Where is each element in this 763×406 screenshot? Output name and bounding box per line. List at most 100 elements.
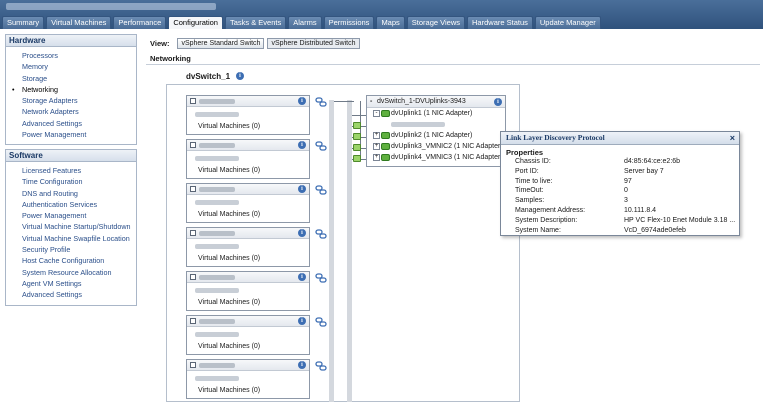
collapse-box-icon[interactable] xyxy=(190,98,196,104)
close-icon[interactable]: × xyxy=(730,132,735,144)
software-panel-title: Software xyxy=(6,150,136,162)
link-chain-icon[interactable] xyxy=(315,361,327,371)
sidebar-item-host-cache[interactable]: Host Cache Configuration xyxy=(6,255,136,266)
collapse-box-icon[interactable] xyxy=(190,274,196,280)
port-group[interactable]: i Virtual Machines (0) xyxy=(186,139,310,179)
tab-update-manager[interactable]: Update Manager xyxy=(534,16,601,29)
sidebar-item-power-management[interactable]: Power Management xyxy=(6,129,136,140)
uplink-item[interactable]: + dvUplink2 (1 NIC Adapter) xyxy=(367,130,505,141)
info-icon[interactable]: i xyxy=(298,317,306,325)
connector-line xyxy=(352,115,366,116)
sidebar-item-system-resource[interactable]: System Resource Allocation xyxy=(6,267,136,278)
tab-maps[interactable]: Maps xyxy=(376,16,405,29)
link-chain-icon[interactable] xyxy=(315,141,327,151)
sidebar-item-security-profile[interactable]: Security Profile xyxy=(6,244,136,255)
info-icon[interactable]: i xyxy=(298,97,306,105)
sidebar-item-memory[interactable]: Memory xyxy=(6,61,136,72)
info-icon[interactable]: i xyxy=(298,185,306,193)
uplink-item[interactable]: + dvUplink3_VMNIC2 (1 NIC Adapter) xyxy=(367,141,505,152)
property-row: Chassis ID: d4:85:64:ce:e2:6b xyxy=(501,157,739,167)
port-group[interactable]: i Virtual Machines (0) xyxy=(186,227,310,267)
expand-icon[interactable]: + xyxy=(373,132,380,139)
uplink-subitem xyxy=(367,119,505,130)
uplink-item[interactable]: + dvUplink4_VMNIC3 (1 NIC Adapter) xyxy=(367,152,505,163)
info-icon[interactable]: i xyxy=(298,229,306,237)
property-key: TimeOut: xyxy=(515,187,544,195)
sidebar-item-advanced-settings[interactable]: Advanced Settings xyxy=(6,118,136,129)
tab-storage-views[interactable]: Storage Views xyxy=(406,16,466,29)
collapse-box-icon[interactable] xyxy=(190,318,196,324)
sidebar-item-vm-swapfile[interactable]: Virtual Machine Swapfile Location xyxy=(6,233,136,244)
port-group[interactable]: i Virtual Machines (0) xyxy=(186,359,310,399)
link-chain-icon[interactable] xyxy=(315,317,327,327)
link-chain-icon[interactable] xyxy=(315,229,327,239)
uplink-label: dvUplink3_VMNIC2 (1 NIC Adapter) xyxy=(391,143,503,150)
sidebar-item-authentication-services[interactable]: Authentication Services xyxy=(6,199,136,210)
sidebar-item-agent-vm[interactable]: Agent VM Settings xyxy=(6,278,136,289)
link-chain-icon[interactable] xyxy=(315,273,327,283)
sidebar-item-networking[interactable]: Networking xyxy=(6,84,136,96)
property-value: 10.111.8.4 xyxy=(624,206,657,214)
uplink-label: dvUplink2 (1 NIC Adapter) xyxy=(391,132,473,139)
sidebar-item-power-management-sw[interactable]: Power Management xyxy=(6,210,136,221)
tab-tasks-events[interactable]: Tasks & Events xyxy=(224,16,287,29)
sidebar-item-advanced-settings-sw[interactable]: Advanced Settings xyxy=(6,289,136,300)
vm-count: Virtual Machines (0) xyxy=(198,123,261,130)
switch-name: dvSwitch_1 xyxy=(186,72,231,81)
sidebar-item-storage[interactable]: Storage xyxy=(6,73,136,84)
tab-alarms[interactable]: Alarms xyxy=(288,16,322,29)
standard-switch-button[interactable]: vSphere Standard Switch xyxy=(177,38,265,49)
sidebar-item-storage-adapters[interactable]: Storage Adapters xyxy=(6,95,136,106)
property-key: Samples: xyxy=(515,197,545,205)
sidebar-item-network-adapters[interactable]: Network Adapters xyxy=(6,106,136,117)
blurred-host-title xyxy=(6,3,216,10)
property-value: d4:85:64:ce:e2:6b xyxy=(624,158,681,165)
collapse-icon[interactable]: - xyxy=(373,110,380,117)
uplink-label: dvUplink4_VMNIC3 (1 NIC Adapter) xyxy=(391,154,503,161)
blurred-vmnic xyxy=(391,122,445,127)
blurred-portgroup-name xyxy=(199,187,235,192)
property-key: Chassis ID: xyxy=(515,158,551,165)
port-group[interactable]: i Virtual Machines (0) xyxy=(186,183,310,223)
info-icon[interactable]: i xyxy=(494,98,502,106)
nic-port-icon[interactable] xyxy=(353,133,361,140)
nic-adapter-icon xyxy=(381,110,390,117)
sidebar-item-vm-startup[interactable]: Virtual Machine Startup/Shutdown xyxy=(6,221,136,232)
link-chain-icon[interactable] xyxy=(315,97,327,107)
blurred-portgroup-name xyxy=(199,231,235,236)
expand-icon[interactable]: + xyxy=(373,154,380,161)
tab-summary[interactable]: Summary xyxy=(2,16,45,29)
switch-bus-right xyxy=(347,100,352,402)
tab-permissions[interactable]: Permissions xyxy=(323,16,375,29)
uplink-item[interactable]: - dvUplink1 (1 NIC Adapter) xyxy=(367,108,505,119)
info-icon[interactable]: i xyxy=(298,361,306,369)
nic-port-icon[interactable] xyxy=(353,144,361,151)
expand-icon[interactable]: + xyxy=(373,143,380,150)
info-icon[interactable]: i xyxy=(298,273,306,281)
property-value: HP VC Flex-10 Enet Module 3.18 ... xyxy=(624,216,736,224)
sidebar-item-dns-routing[interactable]: DNS and Routing xyxy=(6,188,136,199)
tab-virtual-machines[interactable]: Virtual Machines xyxy=(46,16,112,29)
nic-port-icon[interactable] xyxy=(353,155,361,162)
sidebar-item-time-configuration[interactable]: Time Configuration xyxy=(6,176,136,187)
link-chain-icon[interactable] xyxy=(315,185,327,195)
port-group[interactable]: i Virtual Machines (0) xyxy=(186,315,310,355)
tab-hardware-status[interactable]: Hardware Status xyxy=(467,16,533,29)
info-icon[interactable]: i xyxy=(298,141,306,149)
uplinks-header[interactable]: dvSwitch_1-DVUplinks-3943 i xyxy=(367,96,505,108)
collapse-box-icon[interactable] xyxy=(190,142,196,148)
collapse-box-icon[interactable] xyxy=(190,230,196,236)
port-group[interactable]: i Virtual Machines (0) xyxy=(186,271,310,311)
collapse-box-icon[interactable] xyxy=(190,362,196,368)
property-row: Time to live: 97 xyxy=(501,177,739,187)
port-group[interactable]: i Virtual Machines (0) xyxy=(186,95,310,135)
view-label: View: xyxy=(150,39,170,48)
nic-port-icon[interactable] xyxy=(353,122,361,129)
distributed-switch-button[interactable]: vSphere Distributed Switch xyxy=(267,38,360,49)
sidebar-item-licensed-features[interactable]: Licensed Features xyxy=(6,165,136,176)
tab-performance[interactable]: Performance xyxy=(113,16,167,29)
tab-configuration[interactable]: Configuration xyxy=(168,16,223,29)
collapse-box-icon[interactable] xyxy=(190,186,196,192)
info-icon[interactable]: i xyxy=(236,72,244,80)
sidebar-item-processors[interactable]: Processors xyxy=(6,50,136,61)
